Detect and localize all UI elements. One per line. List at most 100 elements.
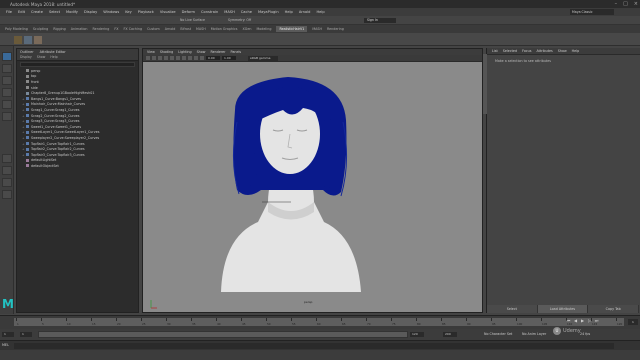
isolate-icon[interactable] (194, 56, 198, 60)
time-slider[interactable]: 1 5 10 15 20 25 30 35 40 45 50 55 60 65 70 75 80 85 90 95 10… (0, 315, 640, 329)
rotate-tool-icon[interactable] (2, 100, 12, 109)
shelf-tab[interactable]: FX Caching (124, 27, 143, 31)
menu-key[interactable]: Key (125, 10, 132, 14)
attr-tab-attributes[interactable]: Attributes (536, 49, 552, 53)
start-inner-field[interactable]: 1 (20, 332, 32, 337)
shelf-tab[interactable]: MASH (312, 27, 322, 31)
textured-icon[interactable] (170, 56, 174, 60)
wireframe-icon[interactable] (158, 56, 162, 60)
viewport-menu-show[interactable]: Show (197, 50, 206, 54)
shelf-tab[interactable]: Rigging (53, 27, 66, 31)
play-icon[interactable]: ▶ (580, 318, 585, 323)
expand-toggle-icon[interactable]: + (22, 119, 25, 123)
outliner-search-input[interactable] (20, 62, 135, 67)
menu-mayaplugin[interactable]: MayaPlugin (258, 10, 279, 14)
step-forward-icon[interactable]: ▷ (587, 318, 592, 323)
go-to-end-icon[interactable]: ⏭ (594, 318, 599, 323)
menu-constrain[interactable]: Constrain (201, 10, 218, 14)
expand-toggle-icon[interactable]: + (22, 147, 25, 151)
menu-cache[interactable]: Cache (241, 10, 252, 14)
shelf-tool-icon[interactable] (24, 36, 32, 44)
shelf-tool-icon[interactable] (34, 36, 42, 44)
menu-display[interactable]: Display (84, 10, 97, 14)
time-ruler[interactable]: 1 5 10 15 20 25 30 35 40 45 50 55 60 65 70 75 80 85 90 95 10… (14, 318, 624, 326)
menu-edit[interactable]: Edit (18, 10, 25, 14)
xray-icon[interactable] (188, 56, 192, 60)
layout-single-icon[interactable] (2, 154, 12, 163)
menu-select[interactable]: Select (49, 10, 60, 14)
attr-tab-show[interactable]: Show (558, 49, 567, 53)
maximize-icon[interactable]: □ (623, 1, 628, 7)
tab-outliner[interactable]: Outliner (20, 50, 34, 54)
sign-in-button[interactable]: Sign In (364, 18, 396, 23)
go-to-start-icon[interactable]: ⏮ (566, 318, 571, 323)
copy-tab-button[interactable]: Copy Tab (588, 305, 640, 313)
shelf-tab[interactable]: Custom (147, 27, 160, 31)
end-inner-field[interactable]: 120 (410, 332, 424, 337)
expand-toggle-icon[interactable]: + (22, 114, 25, 118)
tab-attribute-editor[interactable]: Attribute Editor (40, 50, 66, 54)
gamma-field[interactable]: 1.00 (222, 56, 236, 60)
viewport-menu-lighting[interactable]: Lighting (178, 50, 191, 54)
shelf-tool-icon[interactable] (14, 36, 22, 44)
shelf-tab[interactable]: Arnold (165, 27, 176, 31)
expand-toggle-icon[interactable]: + (22, 136, 25, 140)
expand-toggle-icon[interactable]: + (22, 142, 25, 146)
menu-create[interactable]: Create (31, 10, 43, 14)
menu-arnold[interactable]: Arnold (299, 10, 311, 14)
shelf-tab[interactable]: XGen (243, 27, 252, 31)
exposure-field[interactable]: 0.00 (206, 56, 220, 60)
expand-toggle-icon[interactable]: + (22, 108, 25, 112)
shelf-tab[interactable]: Rendering (93, 27, 110, 31)
command-input[interactable] (14, 343, 614, 349)
menu-file[interactable]: File (6, 10, 12, 14)
layout-four-icon[interactable] (2, 166, 12, 175)
shadows-icon[interactable] (182, 56, 186, 60)
menu-modify[interactable]: Modify (66, 10, 78, 14)
camera-icon[interactable] (146, 56, 150, 60)
anim-layer-label[interactable]: No Anim Layer (522, 332, 546, 336)
viewport-menu-shading[interactable]: Shading (160, 50, 173, 54)
symmetry-label[interactable]: Symmetry: Off (228, 18, 251, 22)
layout-outliner-icon[interactable] (2, 190, 12, 199)
scale-tool-icon[interactable] (2, 112, 12, 121)
layout-side-icon[interactable] (2, 178, 12, 187)
close-icon[interactable]: × (634, 1, 638, 7)
attr-tab-focus[interactable]: Focus (522, 49, 531, 53)
range-bar[interactable] (38, 331, 408, 338)
smooth-shade-icon[interactable] (164, 56, 168, 60)
menu-mash[interactable]: MASH (224, 10, 235, 14)
load-attributes-button[interactable]: Load Attributes (537, 305, 589, 313)
menu-deform[interactable]: Deform (182, 10, 195, 14)
shelf-tab-active[interactable]: RealisticHairV1 (276, 26, 308, 32)
minimize-icon[interactable]: – (615, 1, 618, 7)
shelf-tab[interactable]: Poly Modeling (5, 27, 28, 31)
menu-help[interactable]: Help (285, 10, 293, 14)
select-button[interactable]: Select (487, 305, 538, 313)
shelf-tab[interactable]: Motion Graphics (211, 27, 238, 31)
grid-icon[interactable] (152, 56, 156, 60)
current-frame-field[interactable]: 1 (628, 319, 638, 325)
expand-toggle-icon[interactable]: + (22, 125, 25, 129)
lights-icon[interactable] (176, 56, 180, 60)
attr-tab-selected[interactable]: Selected (503, 49, 517, 53)
mel-label[interactable]: MEL (2, 343, 9, 347)
lasso-tool-icon[interactable] (2, 64, 12, 73)
menu-help[interactable]: Help (316, 10, 324, 14)
outliner-item[interactable]: defaultObjectSet (17, 163, 138, 169)
shelf-tab[interactable]: Rendering (327, 27, 344, 31)
3d-viewport[interactable]: persp (143, 62, 482, 312)
outliner-menu-help[interactable]: Help (50, 55, 57, 59)
menu-visualize[interactable]: Visualize (160, 10, 176, 14)
attr-tab-help[interactable]: Help (572, 49, 580, 53)
shelf-tab[interactable]: Modeling (256, 27, 271, 31)
workspace-select[interactable]: Maya Classic (570, 9, 614, 15)
character-set-label[interactable]: No Character Set (484, 332, 512, 336)
step-back-icon[interactable]: ◀ (573, 318, 578, 323)
hud-icon[interactable] (200, 56, 204, 60)
shelf-tab[interactable]: FX (114, 27, 118, 31)
viewport-menu-view[interactable]: View (147, 50, 155, 54)
expand-toggle-icon[interactable]: + (22, 97, 25, 101)
expand-toggle-icon[interactable]: + (22, 102, 25, 106)
shelf-tab[interactable]: Animation (71, 27, 88, 31)
